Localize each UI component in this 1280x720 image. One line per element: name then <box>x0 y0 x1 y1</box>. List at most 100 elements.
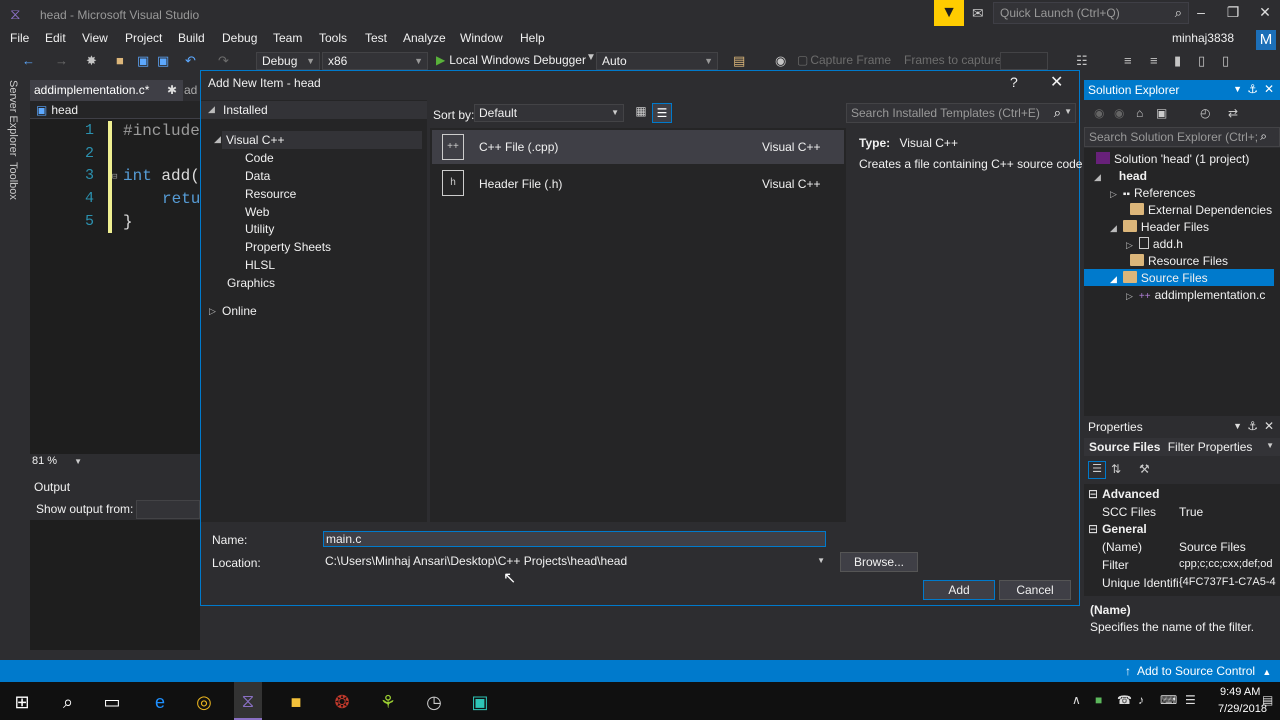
tree-item-resource[interactable]: Resource <box>245 187 296 201</box>
menu-build[interactable]: Build <box>178 31 205 45</box>
notifications-icon[interactable]: ▤ <box>1262 693 1273 707</box>
zoom-level[interactable]: 81 % ▼ <box>30 454 200 470</box>
tab-addimplementation[interactable]: addimplementation.c* ✱ <box>30 80 183 101</box>
tree-item-resource-files[interactable]: Resource Files <box>1130 254 1228 268</box>
category-general[interactable]: ⊟ General <box>1088 522 1147 536</box>
template-header-file[interactable]: h Header File (.h) Visual C++ <box>432 166 844 200</box>
camera-icon[interactable]: ◉ <box>775 53 786 69</box>
close-window-button[interactable]: ✕ <box>1250 4 1280 21</box>
tree-item-add-h[interactable]: ▷ add.h <box>1126 237 1183 251</box>
undo-icon[interactable]: ↶ <box>185 53 196 69</box>
search-icon[interactable]: ⌕ <box>54 690 82 714</box>
close-dialog-button[interactable]: ✕ <box>1050 72 1063 92</box>
home-icon[interactable]: ⌂ <box>1136 106 1143 120</box>
notification-filter-icon[interactable]: ▼ <box>934 0 964 26</box>
template-cpp-file[interactable]: ++ C++ File (.cpp) Visual C++ <box>432 130 844 164</box>
solution-explorer-search[interactable]: Search Solution Explorer (Ctrl+; ⌕ <box>1084 127 1280 147</box>
layout-icon[interactable]: ☷ <box>1076 53 1088 69</box>
back-icon[interactable]: ← <box>22 53 35 68</box>
restore-button[interactable]: ❐ <box>1218 4 1248 21</box>
tree-item-data[interactable]: Data <box>245 169 270 183</box>
cancel-button[interactable]: Cancel <box>999 580 1071 600</box>
pin-icon[interactable]: ✱ <box>167 83 177 97</box>
tree-item-graphics[interactable]: Graphics <box>227 276 275 290</box>
input-icon[interactable]: ☰ <box>1185 693 1196 707</box>
tree-item-utility[interactable]: Utility <box>245 222 274 236</box>
tree-item-code[interactable]: Code <box>245 151 274 165</box>
back-icon[interactable]: ◉ <box>1094 106 1104 120</box>
comment-icon[interactable]: ≡ <box>1124 53 1132 68</box>
chevron-down-icon[interactable]: ▼ <box>1233 84 1242 94</box>
close-icon[interactable]: ✕ <box>1264 419 1274 433</box>
new-project-icon[interactable]: ✸ <box>86 53 97 69</box>
installed-header[interactable]: ◢ Installed <box>201 101 427 119</box>
browse-button[interactable]: Browse... <box>840 552 918 572</box>
save-all-icon[interactable]: ▣ <box>157 53 169 69</box>
sync-icon[interactable]: ▣ <box>1156 106 1167 120</box>
tree-item-external-dependencies[interactable]: External Dependencies <box>1130 203 1272 217</box>
menu-tools[interactable]: Tools <box>319 31 347 45</box>
property-value[interactable]: Source Files <box>1179 540 1246 554</box>
property-value[interactable]: cpp;c;cc;cxx;def;od <box>1179 558 1273 570</box>
list-view-icon[interactable]: ☰ <box>652 103 672 123</box>
clock-date[interactable]: 7/29/2018 <box>1218 703 1267 715</box>
clock-time[interactable]: 9:49 AM <box>1220 686 1260 698</box>
tree-item-addimplementation[interactable]: ▷ ++ addimplementation.c <box>1126 288 1265 302</box>
tree-item-project-head[interactable]: ◢ head <box>1094 169 1147 183</box>
menu-edit[interactable]: Edit <box>45 31 66 45</box>
menu-analyze[interactable]: Analyze <box>403 31 446 45</box>
menu-test[interactable]: Test <box>365 31 387 45</box>
output-text-area[interactable] <box>30 520 200 650</box>
editor-navigation-bar[interactable]: ▣ head <box>30 101 200 119</box>
category-advanced[interactable]: ⊟ Advanced <box>1088 487 1159 501</box>
uncomment-icon[interactable]: ≡ <box>1150 53 1158 68</box>
platform-select[interactable]: x86 ▼ <box>322 52 428 70</box>
history-icon[interactable]: ◴ <box>1200 106 1210 120</box>
forward-icon[interactable]: ◉ <box>1114 106 1124 120</box>
quick-launch-input[interactable]: Quick Launch (Ctrl+Q) ⌕ <box>993 2 1189 24</box>
capture-frame-button[interactable]: ▢ Capture Frame <box>797 53 891 67</box>
name-field[interactable]: main.c <box>323 531 826 547</box>
configuration-select[interactable]: Debug ▼ <box>256 52 320 70</box>
refresh-icon[interactable]: ⇄ <box>1228 106 1238 120</box>
tray-app-icon[interactable]: ■ <box>1095 693 1102 707</box>
tree-item-solution[interactable]: Solution 'head' (1 project) <box>1096 152 1249 166</box>
volume-icon[interactable]: ♪ <box>1138 693 1144 707</box>
property-value[interactable]: True <box>1179 505 1203 519</box>
forward-icon[interactable]: → <box>55 53 68 68</box>
visual-studio-taskbar-icon[interactable]: ⧖ <box>234 682 262 720</box>
app-icon[interactable]: ❂ <box>328 690 356 714</box>
app-icon[interactable]: ▣ <box>466 690 494 714</box>
save-icon[interactable]: ▣ <box>137 53 149 69</box>
feedback-icon[interactable]: ✉ <box>972 5 984 22</box>
location-select[interactable]: C:\Users\Minhaj Ansari\Desktop\C++ Proje… <box>323 554 829 571</box>
property-pages-icon[interactable]: ⚒ <box>1139 462 1150 476</box>
chevron-up-icon[interactable]: ∧ <box>1072 693 1081 707</box>
minimize-button[interactable]: – <box>1186 4 1216 20</box>
close-icon[interactable]: ✕ <box>1264 82 1274 96</box>
grid-view-icon[interactable]: ▦ <box>632 104 650 122</box>
account-name[interactable]: minhaj3838 <box>1172 31 1234 45</box>
menu-window[interactable]: Window <box>460 31 503 45</box>
run-mode-select[interactable]: Auto ▼ <box>596 52 718 70</box>
avatar[interactable]: M <box>1256 30 1276 50</box>
windows-start-icon[interactable]: ⊞ <box>8 690 36 714</box>
chevron-down-icon[interactable]: ▼ <box>586 52 596 63</box>
tree-item-visual-cpp[interactable]: ◢ Visual C++ <box>214 131 422 149</box>
tree-item-references[interactable]: ▷ ▪▪ References <box>1110 186 1195 200</box>
pin-icon[interactable]: ⚓ <box>1247 419 1258 433</box>
tree-item-property-sheets[interactable]: Property Sheets <box>245 240 331 254</box>
bookmark-next-icon[interactable]: ▯ <box>1222 53 1229 69</box>
add-to-source-control-button[interactable]: ↑ Add to Source Control ▲ <box>1125 664 1271 678</box>
redo-icon[interactable]: ↷ <box>218 53 229 69</box>
tree-item-hlsl[interactable]: HLSL <box>245 258 275 272</box>
collapse-icon[interactable]: ⊟ <box>112 172 117 182</box>
language-icon[interactable]: ⌨ <box>1160 693 1177 707</box>
tab-next[interactable]: ad <box>184 83 197 97</box>
sort-by-select[interactable]: Default ▼ <box>474 104 624 122</box>
search-templates-input[interactable]: Search Installed Templates (Ctrl+E) ⌕ ▼ <box>846 103 1076 123</box>
bookmark-icon[interactable]: ▮ <box>1174 53 1181 69</box>
local-windows-debugger-button[interactable]: ▶ Local Windows Debugger <box>436 53 586 67</box>
open-file-icon[interactable]: ■ <box>116 53 124 68</box>
toolbox-tab[interactable]: Toolbox <box>7 162 19 200</box>
